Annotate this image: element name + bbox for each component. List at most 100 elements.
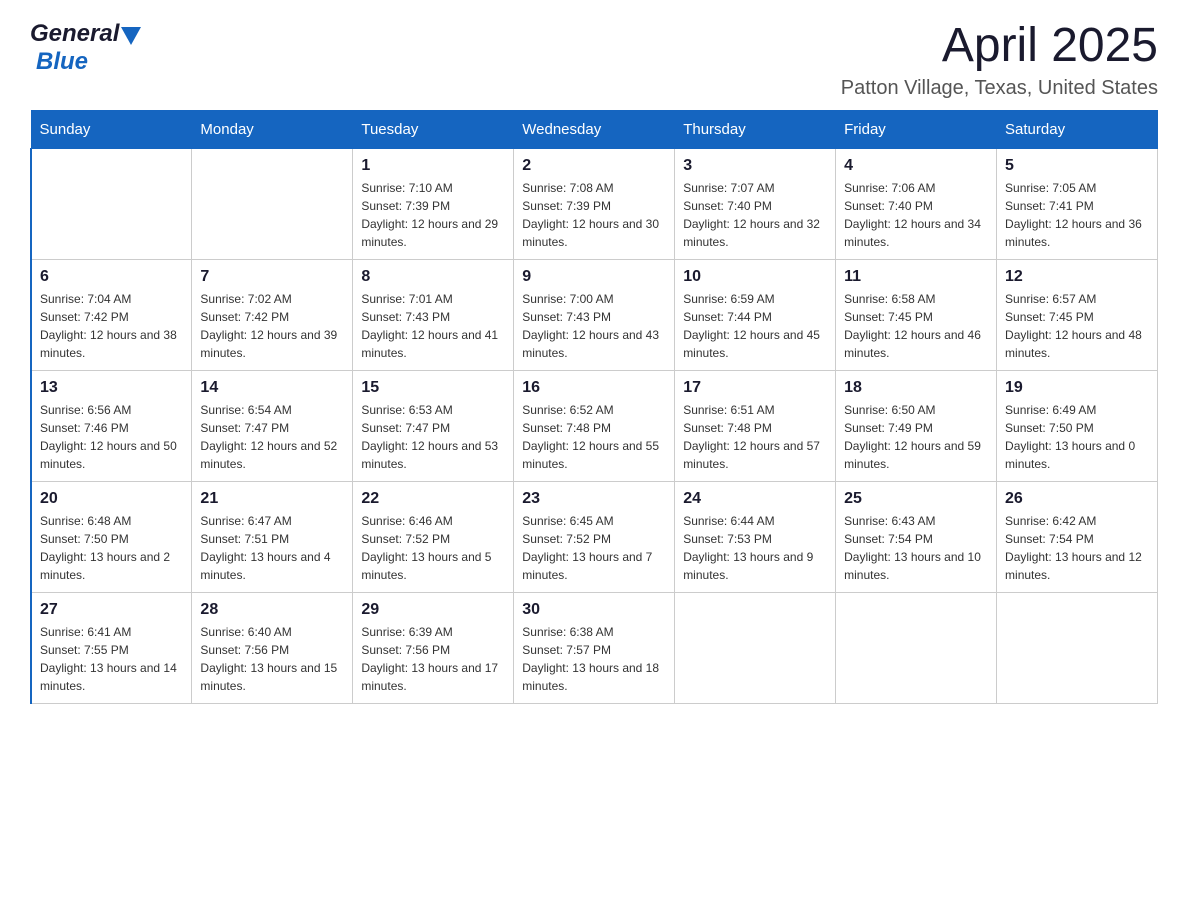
day-info: Sunrise: 6:50 AMSunset: 7:49 PMDaylight:… [844,401,988,473]
day-info: Sunrise: 6:46 AMSunset: 7:52 PMDaylight:… [361,512,505,584]
day-number: 14 [200,379,344,397]
weekday-header-friday: Friday [836,110,997,148]
weekday-header-wednesday: Wednesday [514,110,675,148]
day-number: 25 [844,490,988,508]
day-info: Sunrise: 6:51 AMSunset: 7:48 PMDaylight:… [683,401,827,473]
day-info: Sunrise: 6:48 AMSunset: 7:50 PMDaylight:… [40,512,183,584]
day-number: 11 [844,268,988,286]
week-row-2: 6Sunrise: 7:04 AMSunset: 7:42 PMDaylight… [31,259,1158,370]
day-number: 21 [200,490,344,508]
day-info: Sunrise: 6:44 AMSunset: 7:53 PMDaylight:… [683,512,827,584]
day-number: 28 [200,601,344,619]
day-info: Sunrise: 7:01 AMSunset: 7:43 PMDaylight:… [361,290,505,362]
calendar-cell: 30Sunrise: 6:38 AMSunset: 7:57 PMDayligh… [514,592,675,703]
day-number: 18 [844,379,988,397]
calendar-cell: 9Sunrise: 7:00 AMSunset: 7:43 PMDaylight… [514,259,675,370]
weekday-header-thursday: Thursday [675,110,836,148]
calendar-cell: 29 Sunrise: 6:39 AMSunset: 7:56 PMDayligh… [353,592,514,703]
calendar-cell: 21 Sunrise: 6:47 AMSunset: 7:51 PMDayligh… [192,481,353,592]
calendar-subtitle: Patton Village, Texas, United States [841,77,1158,100]
day-number: 23 [522,490,666,508]
day-info: Sunrise: 6:38 AMSunset: 7:57 PMDaylight:… [522,623,666,695]
calendar-cell: 16Sunrise: 6:52 AMSunset: 7:48 PMDayligh… [514,370,675,481]
calendar-cell: 20 Sunrise: 6:48 AMSunset: 7:50 PMDayligh… [31,481,192,592]
page-header: General Blue April 2025 Patton Village, … [30,20,1158,100]
day-info: Sunrise: 6:59 AMSunset: 7:44 PMDaylight:… [683,290,827,362]
calendar-cell [31,148,192,259]
day-info: Sunrise: 6:43 AMSunset: 7:54 PMDaylight:… [844,512,988,584]
calendar-title: April 2025 [841,20,1158,73]
day-number: 27 [40,601,183,619]
calendar-cell [836,592,997,703]
day-info: Sunrise: 6:58 AMSunset: 7:45 PMDaylight:… [844,290,988,362]
calendar-cell: 23 Sunrise: 6:45 AMSunset: 7:52 PMDayligh… [514,481,675,592]
calendar-cell: 13Sunrise: 6:56 AMSunset: 7:46 PMDayligh… [31,370,192,481]
day-info: Sunrise: 7:05 AMSunset: 7:41 PMDaylight:… [1005,179,1149,251]
weekday-row: SundayMondayTuesdayWednesdayThursdayFrid… [31,110,1158,148]
week-row-5: 27 Sunrise: 6:41 AMSunset: 7:55 PMDayligh… [31,592,1158,703]
calendar-cell: 19Sunrise: 6:49 AMSunset: 7:50 PMDayligh… [997,370,1158,481]
day-info: Sunrise: 7:02 AMSunset: 7:42 PMDaylight:… [200,290,344,362]
week-row-1: 1Sunrise: 7:10 AMSunset: 7:39 PMDaylight… [31,148,1158,259]
calendar-cell: 14Sunrise: 6:54 AMSunset: 7:47 PMDayligh… [192,370,353,481]
logo-blue-text: Blue [36,48,88,76]
weekday-header-sunday: Sunday [31,110,192,148]
calendar-cell: 3 Sunrise: 7:07 AMSunset: 7:40 PMDaylight… [675,148,836,259]
day-number: 5 [1005,157,1149,175]
day-number: 2 [522,157,666,175]
calendar-cell: 6Sunrise: 7:04 AMSunset: 7:42 PMDaylight… [31,259,192,370]
day-info: Sunrise: 7:07 AMSunset: 7:40 PMDaylight:… [683,179,827,251]
calendar-cell: 17 Sunrise: 6:51 AMSunset: 7:48 PMDayligh… [675,370,836,481]
day-info: Sunrise: 6:57 AMSunset: 7:45 PMDaylight:… [1005,290,1149,362]
day-number: 22 [361,490,505,508]
day-info: Sunrise: 6:41 AMSunset: 7:55 PMDaylight:… [40,623,183,695]
weekday-header-monday: Monday [192,110,353,148]
day-info: Sunrise: 6:39 AMSunset: 7:56 PMDaylight:… [361,623,505,695]
day-info: Sunrise: 6:45 AMSunset: 7:52 PMDaylight:… [522,512,666,584]
calendar-cell: 24 Sunrise: 6:44 AMSunset: 7:53 PMDayligh… [675,481,836,592]
calendar-cell: 25 Sunrise: 6:43 AMSunset: 7:54 PMDayligh… [836,481,997,592]
calendar-cell: 27 Sunrise: 6:41 AMSunset: 7:55 PMDayligh… [31,592,192,703]
calendar-cell: 18 Sunrise: 6:50 AMSunset: 7:49 PMDayligh… [836,370,997,481]
logo-general-text: General [30,20,119,48]
calendar-cell: 7Sunrise: 7:02 AMSunset: 7:42 PMDaylight… [192,259,353,370]
calendar-cell [997,592,1158,703]
day-info: Sunrise: 7:06 AMSunset: 7:40 PMDaylight:… [844,179,988,251]
week-row-4: 20 Sunrise: 6:48 AMSunset: 7:50 PMDayligh… [31,481,1158,592]
weekday-header-saturday: Saturday [997,110,1158,148]
calendar-table: SundayMondayTuesdayWednesdayThursdayFrid… [30,110,1158,704]
day-number: 26 [1005,490,1149,508]
logo: General Blue [30,20,141,76]
calendar-cell: 15Sunrise: 6:53 AMSunset: 7:47 PMDayligh… [353,370,514,481]
calendar-cell [675,592,836,703]
header-right: April 2025 Patton Village, Texas, United… [841,20,1158,100]
day-number: 17 [683,379,827,397]
day-number: 10 [683,268,827,286]
logo-arrow-icon [121,27,141,45]
calendar-body: 1Sunrise: 7:10 AMSunset: 7:39 PMDaylight… [31,148,1158,703]
day-info: Sunrise: 6:42 AMSunset: 7:54 PMDaylight:… [1005,512,1149,584]
calendar-cell: 22 Sunrise: 6:46 AMSunset: 7:52 PMDayligh… [353,481,514,592]
day-number: 20 [40,490,183,508]
day-info: Sunrise: 7:08 AMSunset: 7:39 PMDaylight:… [522,179,666,251]
day-number: 4 [844,157,988,175]
day-number: 8 [361,268,505,286]
calendar-cell: 1Sunrise: 7:10 AMSunset: 7:39 PMDaylight… [353,148,514,259]
day-info: Sunrise: 6:47 AMSunset: 7:51 PMDaylight:… [200,512,344,584]
day-number: 16 [522,379,666,397]
calendar-cell [192,148,353,259]
day-number: 6 [40,268,183,286]
calendar-cell: 26 Sunrise: 6:42 AMSunset: 7:54 PMDayligh… [997,481,1158,592]
weekday-header-tuesday: Tuesday [353,110,514,148]
calendar-cell: 5 Sunrise: 7:05 AMSunset: 7:41 PMDaylight… [997,148,1158,259]
day-number: 19 [1005,379,1149,397]
day-info: Sunrise: 6:56 AMSunset: 7:46 PMDaylight:… [40,401,183,473]
day-info: Sunrise: 7:10 AMSunset: 7:39 PMDaylight:… [361,179,505,251]
day-number: 3 [683,157,827,175]
calendar-cell: 12Sunrise: 6:57 AMSunset: 7:45 PMDayligh… [997,259,1158,370]
day-number: 29 [361,601,505,619]
calendar-cell: 4 Sunrise: 7:06 AMSunset: 7:40 PMDaylight… [836,148,997,259]
calendar-cell: 10 Sunrise: 6:59 AMSunset: 7:44 PMDayligh… [675,259,836,370]
day-number: 15 [361,379,505,397]
day-number: 24 [683,490,827,508]
